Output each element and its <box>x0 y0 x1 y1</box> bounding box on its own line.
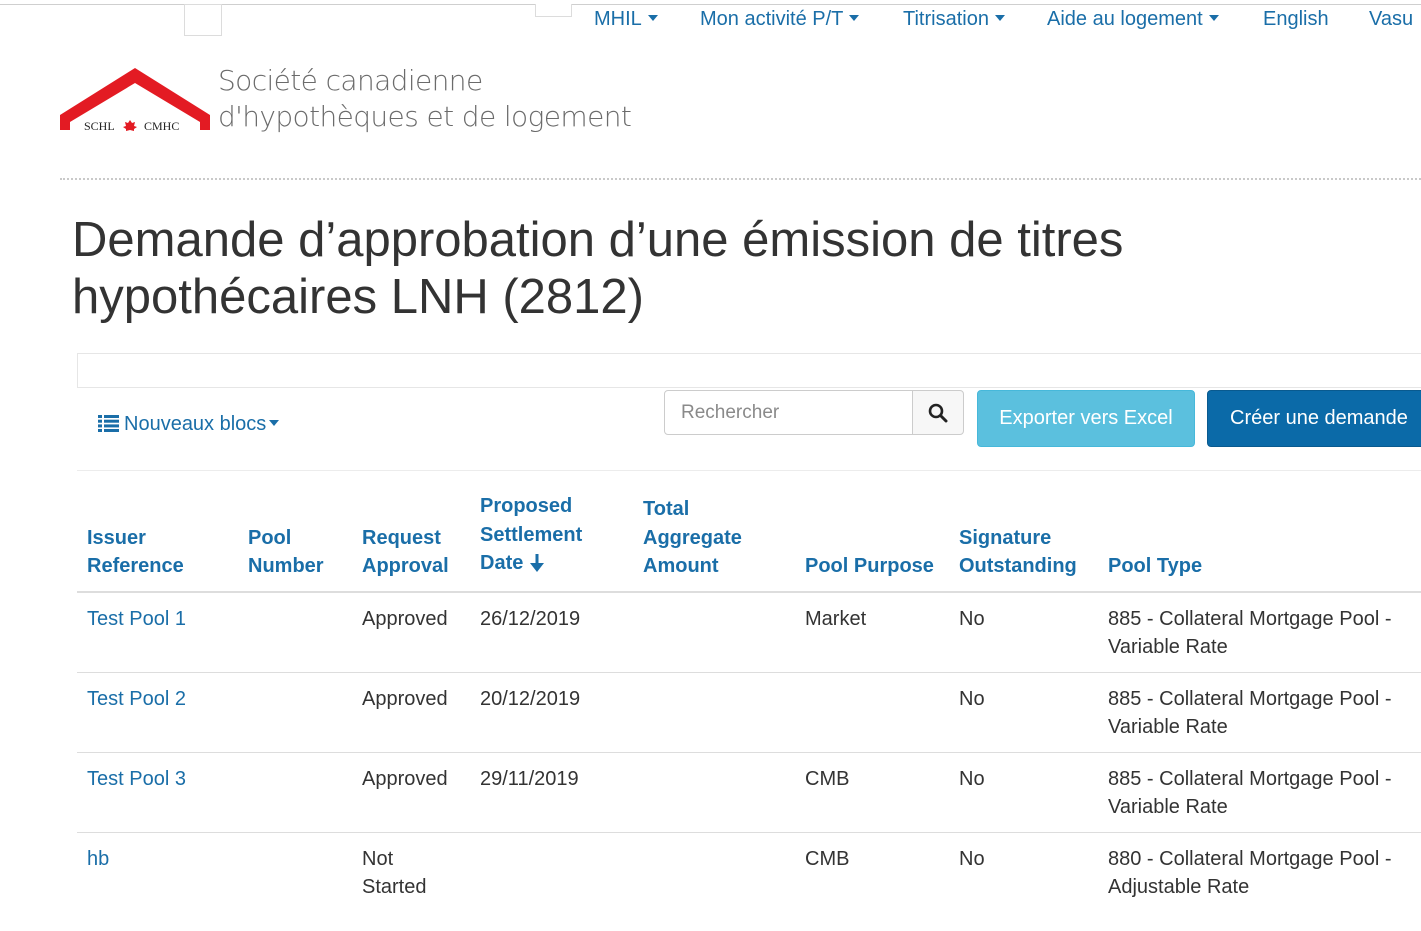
pool-number-cell <box>238 591 352 673</box>
total-amount-cell <box>633 752 795 833</box>
pool-number-cell <box>238 832 352 912</box>
nav-item-titrisation[interactable]: Titrisation <box>903 8 1005 31</box>
toolbar-divider <box>77 470 1421 471</box>
nav-item-user[interactable]: Vasu <box>1369 8 1413 31</box>
caret-down-icon <box>994 15 1005 22</box>
list-icon <box>98 415 119 438</box>
pool-number-cell <box>238 752 352 833</box>
nav-item-aide-logement[interactable]: Aide au logement <box>1047 8 1219 31</box>
org-name-line2: d'hypothèques et de logement <box>218 100 632 133</box>
org-name-line1: Société canadienne <box>218 64 483 97</box>
pool-type-cell: 880 - Collateral Mortgage Pool - Adjusta… <box>1108 847 1392 899</box>
pool-purpose-cell: CMB <box>805 847 850 870</box>
request-approval-cell: Approved <box>352 752 470 833</box>
header-divider <box>60 178 1421 180</box>
caret-down-icon <box>1208 15 1219 22</box>
table-header-row: Issuer Reference Pool Number Request App… <box>77 488 1421 593</box>
pool-type-cell: 885 - Collateral Mortgage Pool - Variabl… <box>1098 672 1421 753</box>
total-amount-cell <box>633 591 795 673</box>
sort-down-arrow-icon <box>529 552 545 581</box>
caret-down-icon <box>647 15 658 22</box>
create-request-button[interactable]: Créer une demande <box>1207 390 1421 447</box>
table-row: Test Pool 1 Approved 26/12/2019 Market N… <box>77 591 1421 673</box>
issuer-reference-link[interactable]: Test Pool 2 <box>77 672 238 753</box>
col-header-pool-purpose[interactable]: Pool Purpose <box>795 488 949 593</box>
issuer-reference-link[interactable]: Test Pool 1 <box>77 591 238 673</box>
issuer-reference-link[interactable]: hb <box>77 832 238 912</box>
total-amount-cell <box>633 672 795 753</box>
logo-text-cmhc: CMHC <box>144 119 179 133</box>
logo-text-schl: SCHL <box>84 119 115 133</box>
search-icon <box>928 403 948 422</box>
search-group <box>664 390 964 435</box>
table-row: hb Not Started CMB No 880 - Collateral M… <box>77 832 1421 912</box>
search-input[interactable] <box>664 390 913 435</box>
request-approval-cell: Approved <box>352 672 470 753</box>
signature-outstanding-cell: No <box>949 591 1098 673</box>
col-header-settlement-date[interactable]: Proposed Settlement Date <box>470 488 633 593</box>
request-approval-cell: Approved <box>352 591 470 673</box>
caret-down-icon <box>269 420 280 427</box>
pool-purpose-cell: CMB <box>795 752 949 833</box>
col-header-request-approval[interactable]: Request Approval <box>352 488 470 593</box>
signature-outstanding-cell: No <box>949 672 1098 753</box>
panel-header <box>77 353 1421 388</box>
pool-type-cell: 885 - Collateral Mortgage Pool - Variabl… <box>1098 591 1421 673</box>
request-approval-cell: Not Started <box>362 847 427 899</box>
total-amount-cell <box>633 832 795 912</box>
page-title: Demande d’approbation d’une émission de … <box>72 213 1124 324</box>
new-blocks-dropdown[interactable]: Nouveaux blocs <box>98 413 280 438</box>
maple-leaf-icon <box>123 120 137 131</box>
col-header-pool-number[interactable]: Pool Number <box>238 488 352 593</box>
col-header-pool-type[interactable]: Pool Type <box>1098 488 1421 593</box>
table-row: Test Pool 2 Approved 20/12/2019 No 885 -… <box>77 672 1421 753</box>
settlement-date-cell <box>470 832 633 912</box>
settlement-date-cell: 20/12/2019 <box>470 672 633 753</box>
table-row: Test Pool 3 Approved 29/11/2019 CMB No 8… <box>77 752 1421 833</box>
col-header-total-amount[interactable]: Total Aggregate Amount <box>633 488 795 593</box>
top-nav: MHIL Mon activité P/T Titrisation Aide a… <box>0 6 1421 36</box>
search-button[interactable] <box>912 390 964 435</box>
pool-purpose-cell <box>795 672 949 753</box>
house-roof-logo: SCHL CMHC <box>60 68 210 133</box>
signature-outstanding-cell: No <box>949 752 1098 833</box>
signature-outstanding-cell: No <box>959 847 985 870</box>
pools-table: Issuer Reference Pool Number Request App… <box>77 488 1421 912</box>
caret-down-icon <box>849 15 860 22</box>
cmhc-logo[interactable]: SCHL CMHC <box>60 68 210 134</box>
export-excel-button[interactable]: Exporter vers Excel <box>977 390 1195 447</box>
nav-item-mon-activite[interactable]: Mon activité P/T <box>700 8 860 31</box>
pool-purpose-cell: Market <box>795 591 949 673</box>
settlement-date-cell: 26/12/2019 <box>470 591 633 673</box>
pool-number-cell <box>238 672 352 753</box>
col-header-signature-outstanding[interactable]: Signature Outstanding <box>949 488 1098 593</box>
settlement-date-cell: 29/11/2019 <box>470 752 633 833</box>
nav-item-mhil[interactable]: MHIL <box>594 8 658 31</box>
new-blocks-label: Nouveaux blocs <box>124 413 267 435</box>
pool-type-cell: 885 - Collateral Mortgage Pool - Variabl… <box>1098 752 1421 833</box>
issuer-reference-link[interactable]: Test Pool 3 <box>77 752 238 833</box>
nav-item-english[interactable]: English <box>1263 8 1329 31</box>
col-header-issuer-reference[interactable]: Issuer Reference <box>77 488 238 593</box>
